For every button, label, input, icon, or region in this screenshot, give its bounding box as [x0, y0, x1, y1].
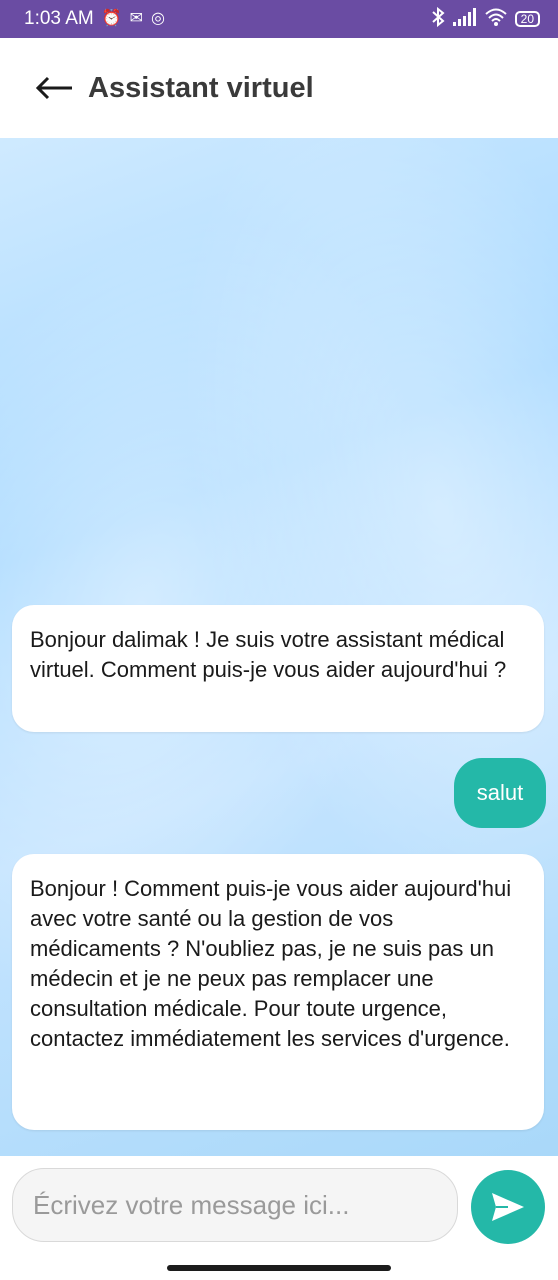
status-bar: 1:03 AM ⏰ ✉ ◎ 20 — [0, 0, 558, 38]
message-user: salut — [454, 758, 546, 828]
wifi-icon — [484, 8, 507, 31]
back-button[interactable] — [34, 73, 76, 103]
status-right: 20 — [431, 6, 540, 32]
page-title: Assistant virtuel — [88, 71, 314, 104]
send-button[interactable] — [471, 1170, 545, 1244]
bluetooth-icon — [431, 6, 445, 32]
home-indicator — [167, 1265, 391, 1271]
status-left: 1:03 AM ⏰ ✉ ◎ — [24, 8, 165, 30]
notification-icon: ✉ — [129, 10, 144, 27]
status-time: 1:03 AM — [24, 8, 94, 29]
arrow-left-icon — [35, 76, 72, 100]
alarm-icon: ⏰ — [101, 10, 122, 27]
battery-icon: 20 — [514, 11, 540, 27]
app-header: Assistant virtuel — [0, 38, 558, 138]
instagram-icon: ◎ — [151, 10, 166, 27]
message-bot: Bonjour dalimak ! Je suis votre assistan… — [12, 605, 544, 732]
chat-area[interactable]: Bonjour dalimak ! Je suis votre assistan… — [0, 138, 558, 1156]
message-composer — [0, 1156, 558, 1280]
message-input[interactable] — [12, 1168, 458, 1242]
message-bot: Bonjour ! Comment puis-je vous aider auj… — [12, 854, 544, 1130]
signal-icon — [452, 7, 477, 31]
send-icon — [492, 1193, 524, 1221]
